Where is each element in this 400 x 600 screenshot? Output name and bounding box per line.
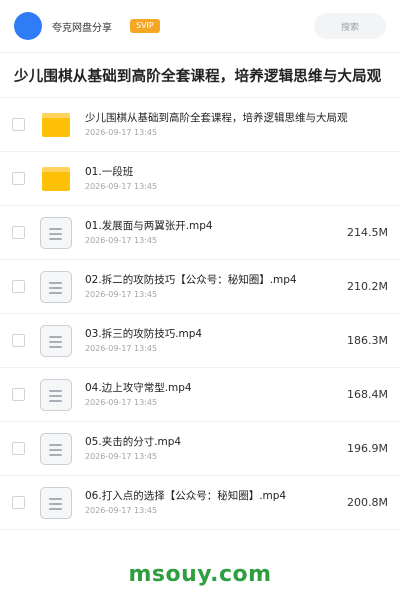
item-date: 2026-09-17 13:45 xyxy=(85,127,158,137)
item-checkbox[interactable] xyxy=(12,280,25,293)
item-date: 2026-09-17 13:45 xyxy=(85,505,158,515)
video-file-icon xyxy=(39,270,73,304)
list-item[interactable]: 04.边上攻守常型.mp4 2026-09-17 13:45 168.4M xyxy=(0,368,400,422)
item-name: 02.拆二的攻防技巧【公众号：秘知圈】.mp4 xyxy=(85,273,297,286)
list-item[interactable]: 06.打入点的选择【公众号：秘知圈】.mp4 2026-09-17 13:45 … xyxy=(0,476,400,530)
list-item[interactable]: 少儿围棋从基础到高阶全套课程，培养逻辑思维与大局观 2026-09-17 13:… xyxy=(0,98,400,152)
search-button[interactable]: 搜索 xyxy=(314,13,386,39)
item-date: 2026-09-17 13:45 xyxy=(85,397,158,407)
item-checkbox[interactable] xyxy=(12,226,25,239)
item-checkbox[interactable] xyxy=(12,496,25,509)
item-size: 214.5M xyxy=(347,226,388,239)
file-list: 少儿围棋从基础到高阶全套课程，培养逻辑思维与大局观 2026-09-17 13:… xyxy=(0,98,400,530)
item-size: 210.2M xyxy=(347,280,388,293)
item-date: 2026-09-17 13:45 xyxy=(85,343,158,353)
item-size: 200.8M xyxy=(347,496,388,509)
item-date: 2026-09-17 13:45 xyxy=(85,181,158,191)
item-checkbox[interactable] xyxy=(12,442,25,455)
item-name: 05.夹击的分寸.mp4 xyxy=(85,435,182,448)
title-bar: 少儿围棋从基础到高阶全套课程，培养逻辑思维与大局观 xyxy=(0,52,400,98)
item-name: 01.一段班 xyxy=(85,165,134,178)
item-name: 少儿围棋从基础到高阶全套课程，培养逻辑思维与大局观 xyxy=(85,111,348,124)
brand-name: 夸克网盘分享 xyxy=(52,22,112,34)
item-checkbox[interactable] xyxy=(12,388,25,401)
item-checkbox[interactable] xyxy=(12,334,25,347)
page-title: 少儿围棋从基础到高阶全套课程，培养逻辑思维与大局观 xyxy=(14,68,382,85)
item-size: 186.3M xyxy=(347,334,388,347)
item-name: 04.边上攻守常型.mp4 xyxy=(85,381,192,394)
item-name: 06.打入点的选择【公众号：秘知圈】.mp4 xyxy=(85,489,287,502)
video-file-icon xyxy=(39,486,73,520)
item-name: 03.拆三的攻防技巧.mp4 xyxy=(85,327,203,340)
item-date: 2026-09-17 13:45 xyxy=(85,235,158,245)
item-date: 2026-09-17 13:45 xyxy=(85,451,158,461)
list-item[interactable]: 01.发展面与两翼张开.mp4 2026-09-17 13:45 214.5M xyxy=(0,206,400,260)
folder-icon xyxy=(39,108,73,142)
folder-icon xyxy=(39,162,73,196)
list-item[interactable]: 02.拆二的攻防技巧【公众号：秘知圈】.mp4 2026-09-17 13:45… xyxy=(0,260,400,314)
item-name: 01.发展面与两翼张开.mp4 xyxy=(85,219,213,232)
video-file-icon xyxy=(39,324,73,358)
watermark: msouy.com xyxy=(128,562,272,587)
video-file-icon xyxy=(39,432,73,466)
svip-badge: SVIP xyxy=(130,19,160,33)
item-size: 168.4M xyxy=(347,388,388,401)
list-item[interactable]: 01.一段班 2026-09-17 13:45 xyxy=(0,152,400,206)
app-header: 夸克网盘分享 SVIP 搜索 xyxy=(0,0,400,52)
list-item[interactable]: 03.拆三的攻防技巧.mp4 2026-09-17 13:45 186.3M xyxy=(0,314,400,368)
item-checkbox[interactable] xyxy=(12,172,25,185)
item-date: 2026-09-17 13:45 xyxy=(85,289,158,299)
video-file-icon xyxy=(39,378,73,412)
avatar[interactable] xyxy=(14,12,42,40)
video-file-icon xyxy=(39,216,73,250)
item-size: 196.9M xyxy=(347,442,388,455)
list-item[interactable]: 05.夹击的分寸.mp4 2026-09-17 13:45 196.9M xyxy=(0,422,400,476)
item-checkbox[interactable] xyxy=(12,118,25,131)
